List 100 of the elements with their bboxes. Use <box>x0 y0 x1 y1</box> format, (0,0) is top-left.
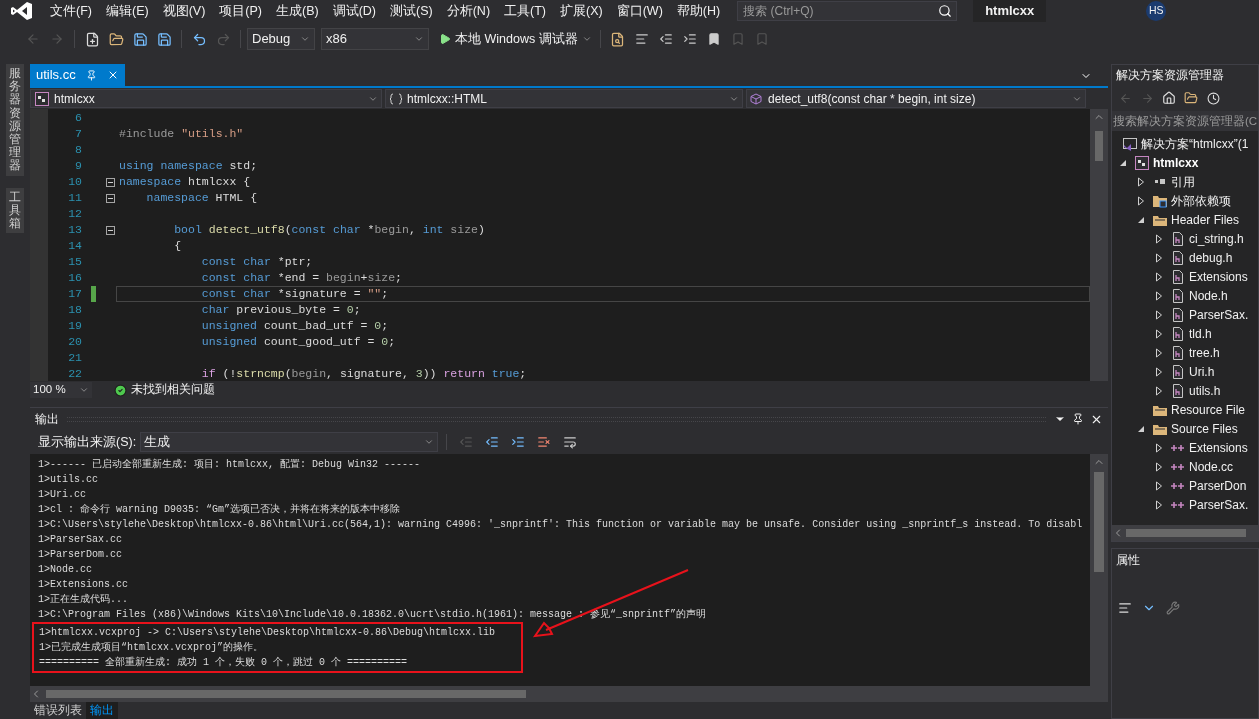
vertical-scrollbar[interactable] <box>1090 109 1108 381</box>
menu-item[interactable]: 生成(B) <box>269 1 326 21</box>
panel-tab[interactable]: 输出 <box>86 702 118 719</box>
menu-item[interactable]: 分析(N) <box>439 1 498 21</box>
tree-item[interactable]: 引用 <box>1171 172 1195 191</box>
member-dropdown[interactable]: detect_utf8(const char * begin, int size) <box>746 89 1086 108</box>
output-line: 1>已完成生成项目“htmlcxx.vcxproj”的操作。 <box>39 640 265 655</box>
output-line: 1>utils.cc <box>38 473 99 487</box>
platform-dropdown[interactable]: x86 <box>321 28 429 50</box>
menu-item[interactable]: 工具(T) <box>497 1 553 21</box>
tree-item[interactable]: Node.h <box>1189 286 1228 305</box>
side-tab[interactable]: 服务器资源管理器 <box>6 64 24 176</box>
collapsed-arrow-icon[interactable] <box>1137 176 1145 187</box>
panel-title: 输出 <box>35 411 59 428</box>
tree-item[interactable]: Node.cc <box>1189 457 1234 476</box>
collapsed-arrow-icon[interactable] <box>1155 499 1163 510</box>
line-number: 8 <box>74 142 82 159</box>
search-field[interactable]: 搜索 (Ctrl+Q) <box>737 1 958 21</box>
panel-title: 属性 <box>1116 552 1140 569</box>
menu-item[interactable]: 帮助(H) <box>669 1 728 21</box>
line-number: 9 <box>74 158 82 175</box>
tree-item[interactable]: ParserSax. <box>1189 305 1249 324</box>
search-field[interactable]: 搜索解决方案资源管理器(C <box>1112 111 1258 131</box>
tree-item[interactable]: ParserSax. <box>1189 495 1249 514</box>
line-number: 18 <box>67 302 82 319</box>
collapsed-arrow-icon[interactable] <box>1155 233 1163 244</box>
check-icon <box>114 383 127 397</box>
menu-item[interactable]: 文件(F) <box>43 1 99 21</box>
configuration-dropdown[interactable]: Debug <box>247 28 315 50</box>
scroll-thumb[interactable] <box>1095 131 1103 161</box>
tree-item[interactable]: tld.h <box>1189 324 1212 343</box>
side-tab[interactable]: 工具箱 <box>6 187 24 234</box>
source-dropdown[interactable]: 生成 <box>140 432 439 452</box>
collapsed-arrow-icon[interactable] <box>1155 480 1163 491</box>
menu-item[interactable]: 扩展(X) <box>553 1 610 21</box>
collapsed-arrow-icon[interactable] <box>1155 461 1163 472</box>
user-avatar[interactable]: HS <box>1146 1 1167 21</box>
tree-item[interactable]: Source Files <box>1171 419 1238 438</box>
scroll-thumb[interactable] <box>46 690 526 698</box>
collapse-icon[interactable] <box>105 177 115 187</box>
project-dropdown[interactable]: htmlcxx <box>30 89 382 108</box>
expanded-arrow-icon[interactable] <box>1137 424 1145 433</box>
collapsed-arrow-icon[interactable] <box>1155 309 1163 320</box>
scroll-thumb[interactable] <box>1126 529 1246 537</box>
collapsed-arrow-icon[interactable] <box>1155 366 1163 377</box>
caret-icon <box>414 34 424 44</box>
menu-item[interactable]: 视图(V) <box>155 1 213 21</box>
output-line: 1>------ 已启动全部重新生成: 项目: htmlcxx, 配置: Debug Win32 ------ <box>38 457 422 472</box>
menu-item[interactable]: 编辑(E) <box>98 1 156 21</box>
caret-icon <box>424 437 435 447</box>
tree-item[interactable]: htmlcxx <box>1153 153 1199 172</box>
tree-item[interactable]: Extensions <box>1189 267 1248 286</box>
run-button[interactable]: 本地 Windows 调试器 <box>437 28 594 50</box>
solution-title: htmlcxx <box>973 0 1047 22</box>
menu-item[interactable]: 窗口(W) <box>609 1 670 21</box>
collapsed-arrow-icon[interactable] <box>1155 347 1163 358</box>
change-marker <box>90 286 96 302</box>
tree-item[interactable]: debug.h <box>1189 248 1233 267</box>
menu-item[interactable]: 测试(S) <box>383 1 440 21</box>
tree-item[interactable]: utils.h <box>1189 381 1221 400</box>
collapsed-arrow-icon[interactable] <box>1155 271 1163 282</box>
panel-tab[interactable]: 错误列表 <box>30 702 86 719</box>
tree-item[interactable]: Header Files <box>1171 210 1240 229</box>
collapsed-arrow-icon[interactable] <box>1155 385 1163 396</box>
pin-icon[interactable] <box>1072 413 1084 425</box>
menu-item[interactable]: 项目(P) <box>212 1 269 21</box>
tree-item[interactable]: Extensions <box>1189 438 1248 457</box>
output-line: 1>Extensions.cc <box>38 578 129 592</box>
tree-item[interactable]: ci_string.h <box>1189 229 1244 248</box>
caret-icon <box>300 34 310 44</box>
tree-item[interactable]: 解决方案“htmlcxx”(1 <box>1141 134 1249 153</box>
tree-item[interactable]: ParserDon <box>1189 476 1247 495</box>
expanded-arrow-icon[interactable] <box>1137 215 1145 224</box>
tree-item[interactable]: tree.h <box>1189 343 1220 362</box>
code-line: unsigned count_bad_utf = 0; <box>200 318 389 335</box>
collapsed-arrow-icon[interactable] <box>1155 328 1163 339</box>
code-line: const char *signature = ""; <box>200 286 389 303</box>
header-file-icon <box>1170 325 1186 342</box>
tree-item[interactable]: 外部依赖项 <box>1171 191 1231 210</box>
collapse-icon[interactable] <box>105 225 115 235</box>
horizontal-scrollbar[interactable] <box>1112 525 1258 541</box>
collapse-icon[interactable] <box>105 193 115 203</box>
search-icon <box>938 4 953 18</box>
horizontal-scrollbar[interactable] <box>30 686 1108 702</box>
collapsed-arrow-icon[interactable] <box>1155 290 1163 301</box>
tree-item[interactable]: Resource File <box>1171 400 1246 419</box>
collapsed-arrow-icon[interactable] <box>1155 442 1163 453</box>
code-line: char previous_byte = 0; <box>200 302 361 319</box>
app-logo <box>11 1 33 21</box>
tree-item[interactable]: Uri.h <box>1189 362 1215 381</box>
zoom-dropdown[interactable]: 100 % <box>30 382 92 398</box>
vertical-scrollbar[interactable] <box>1090 454 1108 686</box>
menu-item[interactable]: 调试(D) <box>325 1 383 21</box>
expanded-arrow-icon[interactable] <box>1119 158 1127 167</box>
code-line: namespace HTML { <box>145 190 258 207</box>
scope-dropdown[interactable]: htmlcxx::HTML <box>385 89 743 108</box>
scroll-thumb[interactable] <box>1094 472 1104 572</box>
code-line: namespace htmlcxx { <box>119 174 251 191</box>
collapsed-arrow-icon[interactable] <box>1155 252 1163 263</box>
collapsed-arrow-icon[interactable] <box>1137 195 1145 206</box>
